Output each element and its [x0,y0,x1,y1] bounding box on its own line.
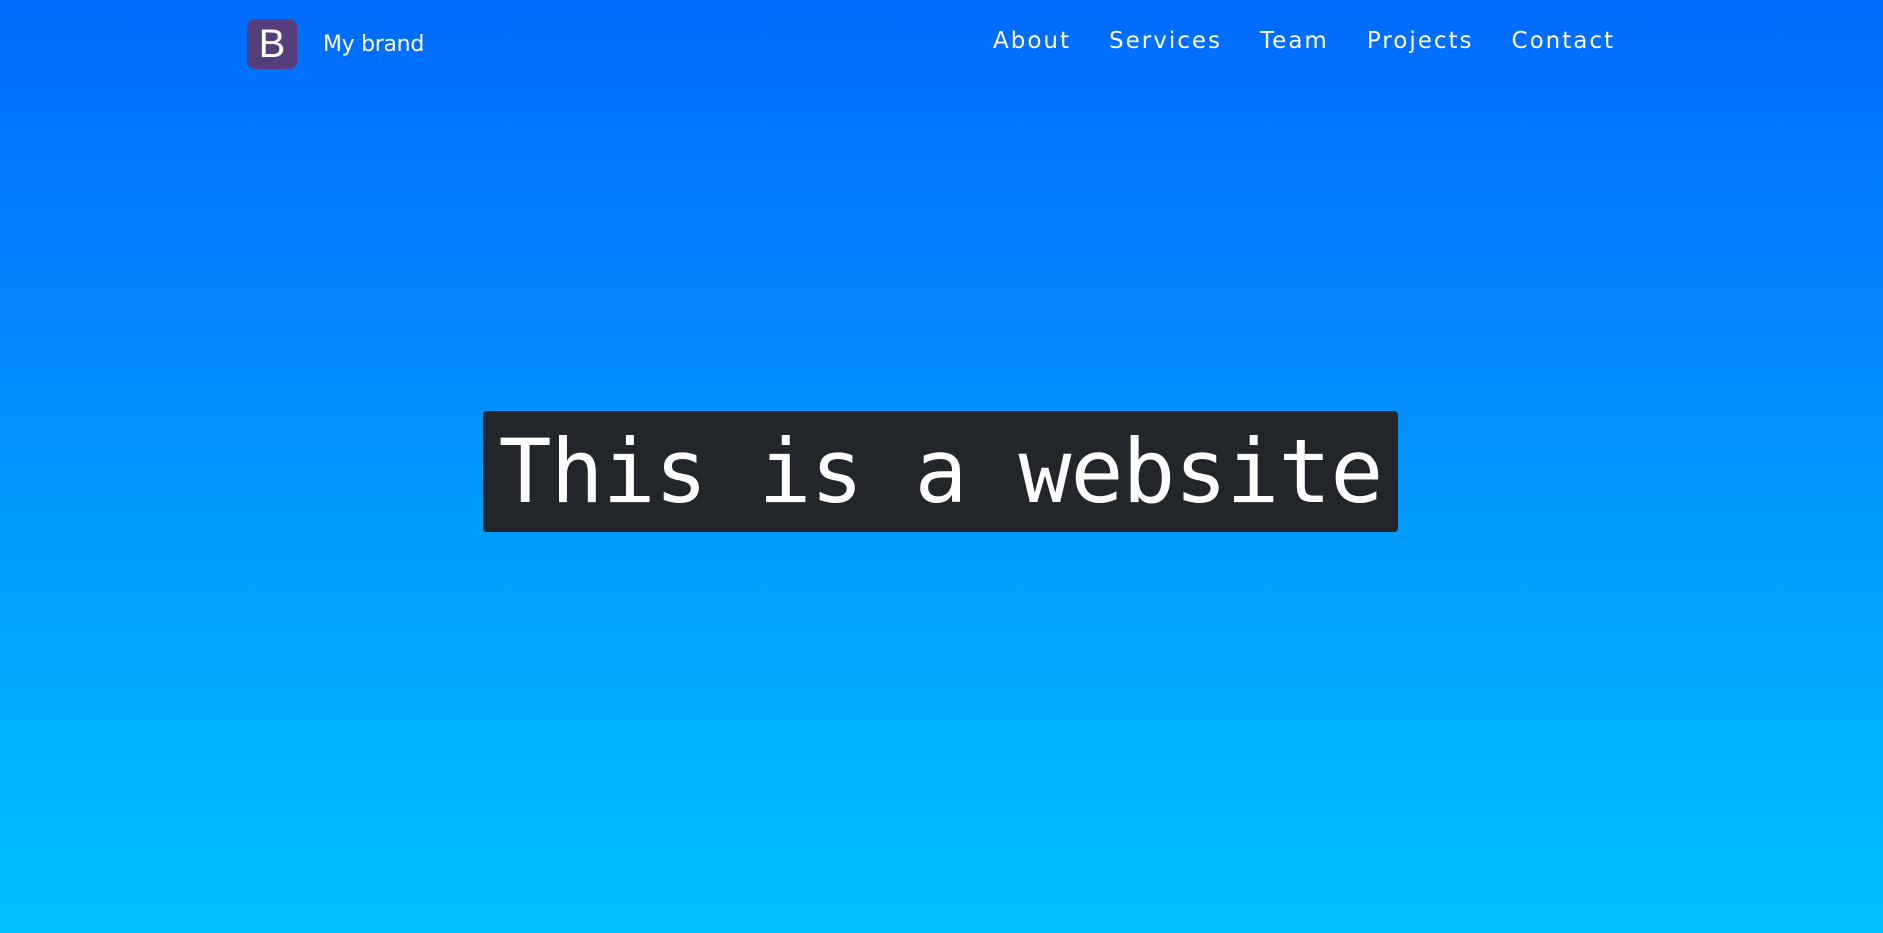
navbar: B My brand About Services Team Projects … [0,0,1883,90]
nav-link-projects[interactable]: Projects [1367,28,1474,54]
nav-link-contact[interactable]: Contact [1512,28,1615,54]
nav-menu: About Services Team Projects Contact [993,28,1615,54]
brand-link[interactable]: B My brand [247,19,424,69]
hero-title: This is a website [498,420,1384,523]
hero-title-box: This is a website [483,411,1398,532]
brand-name: My brand [323,31,424,57]
brand-logo-icon: B [247,19,297,69]
nav-link-about[interactable]: About [993,28,1071,54]
nav-link-team[interactable]: Team [1260,28,1329,54]
nav-link-services[interactable]: Services [1109,28,1222,54]
